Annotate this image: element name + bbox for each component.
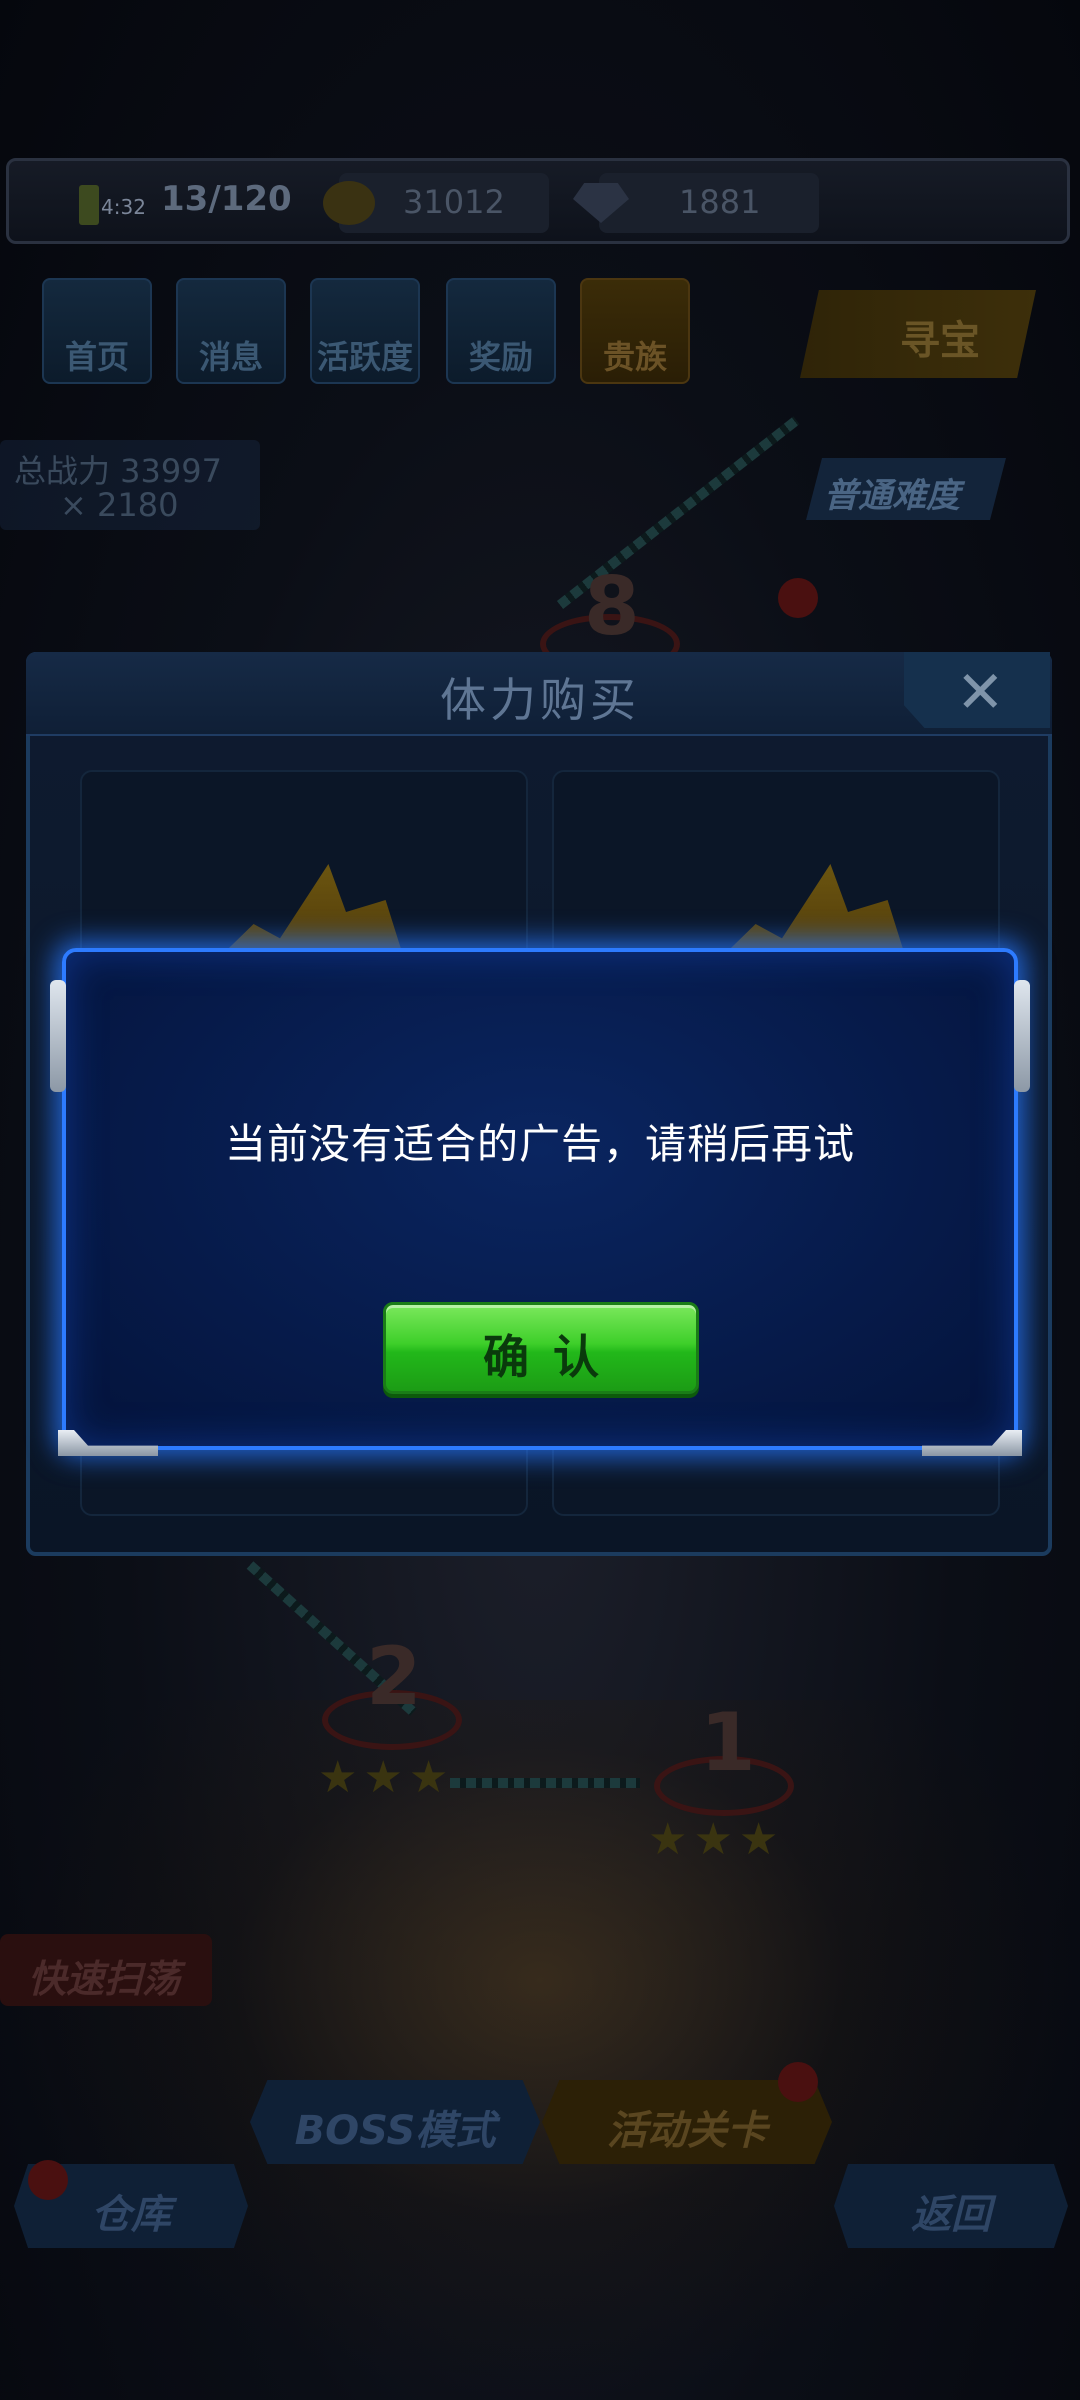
menu-noble-button[interactable]: 贵族 [580, 278, 690, 384]
resource-bar: 4:32 13/120 31012 1881 [6, 158, 1070, 244]
stamina-timer: 4:32 [101, 195, 146, 219]
stamina-count: 13/120 [161, 179, 292, 219]
stage-node-1[interactable]: 1 [700, 1696, 756, 1789]
key-count-text: × 2180 [60, 486, 179, 524]
quick-sweep-label: 快速扫荡 [28, 1957, 181, 2001]
stage-node-8[interactable]: 8 [584, 560, 640, 653]
boss-mode-label: BOSS模式 [294, 2108, 496, 2154]
dialog-bracket-left [50, 980, 66, 1092]
menu-messages-label: 消息 [198, 338, 263, 376]
menu-activity-button[interactable]: 活跃度 [310, 278, 420, 384]
event-stage-label: 活动关卡 [607, 2108, 767, 2154]
difficulty-label: 普通难度 [824, 476, 960, 516]
menu-home-label: 首页 [64, 338, 129, 376]
treasure-hunt-button[interactable]: 寻宝 [800, 290, 1036, 378]
menu-messages-button[interactable]: 消息 [176, 278, 286, 384]
stamina-battery-icon [79, 185, 99, 225]
stage-2-stars: ★★★ [318, 1752, 455, 1803]
notification-badge [778, 2062, 818, 2102]
boss-mode-tab[interactable]: BOSS模式 [250, 2080, 540, 2164]
quick-sweep-button[interactable]: 快速扫荡 [0, 1934, 212, 2006]
scene-glow [0, 1700, 1080, 2400]
close-icon: ✕ [956, 658, 1005, 726]
confirm-button[interactable]: 确认 [383, 1302, 699, 1394]
notification-badge [28, 2160, 68, 2200]
back-label: 返回 [911, 2192, 991, 2238]
menu-noble-label: 贵族 [602, 338, 667, 376]
menu-home-button[interactable]: 首页 [42, 278, 152, 384]
alert-message: 当前没有适合的广告，请稍后再试 [225, 1120, 855, 1168]
diamond-count: 1881 [679, 183, 761, 221]
back-button[interactable]: 返回 [834, 2164, 1068, 2248]
gold-count: 31012 [403, 183, 505, 221]
notification-badge [778, 578, 818, 618]
purchase-close-button[interactable]: ✕ [904, 652, 1050, 728]
difficulty-selector[interactable]: 普通难度 [806, 458, 1006, 520]
stage-path-chain [450, 1778, 640, 1788]
stage-1-stars: ★★★ [648, 1814, 785, 1865]
confirm-button-label: 确认 [483, 1330, 623, 1384]
dialog-bracket-right [1014, 980, 1030, 1092]
menu-rewards-button[interactable]: 奖励 [446, 278, 556, 384]
stage-node-2[interactable]: 2 [366, 1630, 422, 1723]
menu-activity-label: 活跃度 [316, 338, 413, 376]
gold-coin-icon [323, 181, 375, 225]
power-stats-box: 总战力 33997 × 2180 [0, 440, 260, 530]
menu-rewards-label: 奖励 [468, 338, 533, 376]
treasure-hunt-label: 寻宝 [900, 318, 980, 364]
